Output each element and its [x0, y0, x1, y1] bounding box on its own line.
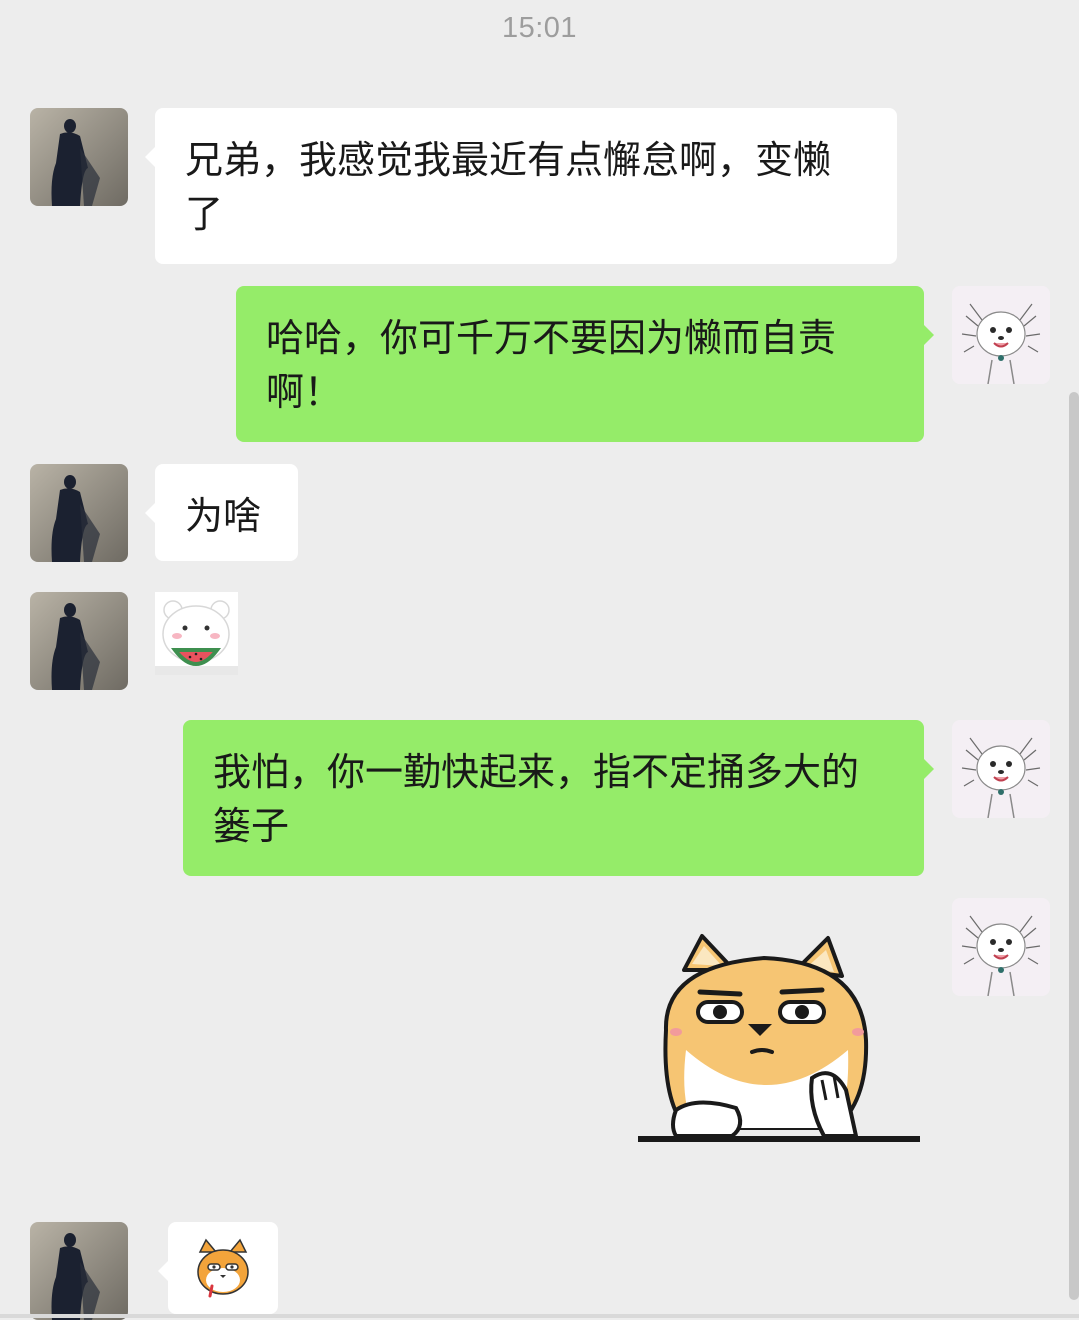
incoming-message-bubble[interactable]: 为啥 — [145, 464, 298, 561]
message-text: 哈哈，你可千万不要因为懒而自责啊！ — [266, 316, 837, 414]
bear-eating-watermelon-sticker[interactable] — [155, 592, 238, 675]
contact-avatar[interactable] — [30, 1222, 128, 1320]
message-text: 兄弟，我感觉我最近有点懈怠啊，变懒了 — [185, 138, 832, 236]
outgoing-message-bubble[interactable]: 我怕，你一勤快起来，指不定捅多大的篓子 — [183, 720, 934, 876]
small-shiba-emoji-sticker[interactable] — [158, 1222, 278, 1314]
message-text: 为啥 — [185, 494, 262, 538]
contact-avatar[interactable] — [30, 108, 128, 206]
incoming-message-bubble[interactable]: 兄弟，我感觉我最近有点懈怠啊，变懒了 — [145, 108, 897, 264]
outgoing-message-bubble[interactable]: 哈哈，你可千万不要因为懒而自责啊！ — [236, 286, 934, 442]
shiba-dog-smirk-sticker[interactable] — [636, 930, 921, 1148]
input-bar-edge — [0, 1314, 1079, 1318]
my-avatar[interactable] — [952, 898, 1050, 996]
contact-avatar[interactable] — [30, 464, 128, 562]
contact-avatar[interactable] — [30, 592, 128, 690]
message-text: 我怕，你一勤快起来，指不定捅多大的篓子 — [213, 750, 860, 848]
my-avatar[interactable] — [952, 720, 1050, 818]
my-avatar[interactable] — [952, 286, 1050, 384]
scrollbar[interactable] — [1069, 392, 1079, 1300]
chat-timestamp: 15:01 — [501, 12, 578, 44]
